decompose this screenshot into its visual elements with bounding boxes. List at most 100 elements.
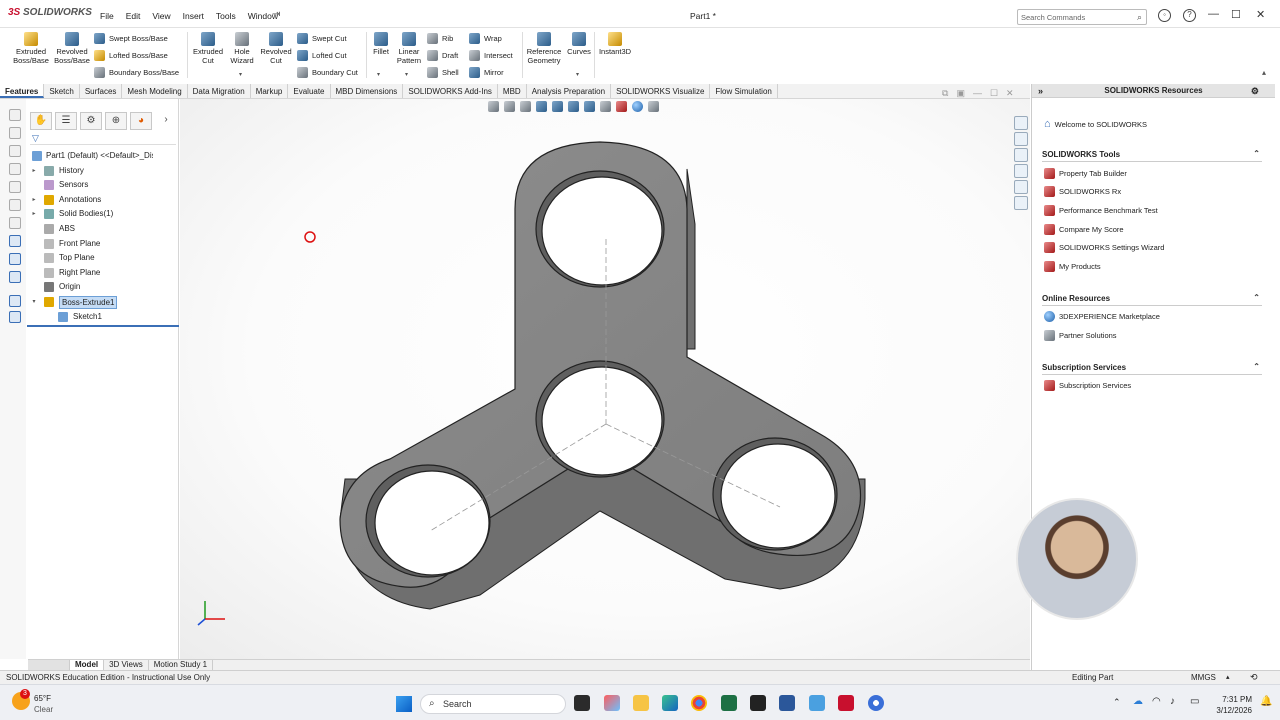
display-manager-tab-icon[interactable]: ◕ [130,112,152,130]
hide-show-icon[interactable] [600,101,611,112]
tab-solidworks-add-ins[interactable]: SOLIDWORKS Add-Ins [403,84,498,98]
boundary-boss-button[interactable]: Boundary Boss/Base [94,67,179,78]
gear-icon[interactable]: ⚙ [1251,84,1259,98]
chevron-up-icon[interactable]: ⌃ [1113,697,1121,708]
pin-icon[interactable]: ⇥ [272,9,280,20]
draft-button[interactable]: Draft [427,50,458,61]
restore-icon[interactable]: ⧉ [942,88,948,99]
property-tab-builder-link[interactable]: Property Tab Builder [1044,168,1127,179]
menu-tools[interactable]: Tools [216,11,236,21]
hole-wizard-button[interactable]: Hole Wizard [227,32,257,65]
dynamic-annotation-icon[interactable] [552,101,563,112]
tab-mbd[interactable]: MBD [498,84,527,98]
maximize-icon[interactable]: ☐ [1231,8,1241,21]
task-view-icon[interactable] [574,695,590,711]
my-products-link[interactable]: My Products [1044,261,1101,272]
help-icon[interactable]: ? [1183,9,1196,22]
chevron-right-icon[interactable]: ▸ [30,193,38,207]
menu-edit[interactable]: Edit [126,11,141,21]
revolved-boss-button[interactable]: Revolved Boss/Base [53,32,91,65]
tab-data-migration[interactable]: Data Migration [188,84,251,98]
rib-button[interactable]: Rib [427,33,453,44]
configuration-manager-tab-icon[interactable]: ⚙ [80,112,102,130]
snipping-tool-icon[interactable] [809,695,825,711]
performance-benchmark-link[interactable]: Performance Benchmark Test [1044,205,1158,216]
notifications-icon[interactable]: 🔔 [1260,696,1272,707]
curves-button[interactable]: Curves [566,32,592,56]
home-icon[interactable] [1014,116,1028,130]
tab-evaluate[interactable]: Evaluate [288,84,331,98]
feature-tree-tab-icon[interactable]: ✋ [30,112,52,130]
tab-3d-views[interactable]: 3D Views [104,660,149,670]
maximize-icon[interactable]: ☐ [990,88,998,99]
zoom-to-fit-icon[interactable] [488,101,499,112]
minimize-icon[interactable]: — [973,88,982,99]
edge-icon[interactable] [662,695,678,711]
filter-icon[interactable]: ▽ [30,133,176,145]
sketch-tool-icon[interactable] [9,109,21,121]
tree-item[interactable]: Sketch1 [0,310,153,324]
tree-item[interactable]: ▸ Solid Bodies(1) [0,207,153,221]
chevron-down-icon[interactable]: ▾ [30,295,38,309]
settings-wizard-link[interactable]: SOLIDWORKS Settings Wizard [1044,242,1164,253]
widgets-icon[interactable] [604,695,620,711]
chevron-down-icon[interactable]: ▾ [405,71,408,78]
edit-appearance-icon[interactable] [616,101,627,112]
tab-mesh-modeling[interactable]: Mesh Modeling [122,84,188,98]
tree-item[interactable]: Front Plane [0,237,153,251]
volume-icon[interactable]: ♪ [1170,696,1175,707]
tree-item[interactable]: Top Plane [0,251,153,265]
mirror-button[interactable]: Mirror [469,67,504,78]
units-selector[interactable]: MMGS [1191,671,1216,684]
tree-item[interactable]: Origin [0,280,153,294]
tree-item[interactable]: ▸ Annotations [0,193,153,207]
file-explorer-icon[interactable] [633,695,649,711]
lofted-boss-button[interactable]: Lofted Boss/Base [94,50,168,61]
reference-geometry-button[interactable]: Reference Geometry [524,32,564,65]
recorder-icon[interactable] [868,695,884,711]
fillet-button[interactable]: Fillet [369,32,393,56]
wifi-icon[interactable]: ◠ [1152,696,1161,707]
display-style-icon[interactable] [584,101,595,112]
windows-start-icon[interactable] [396,696,412,712]
intersect-button[interactable]: Intersect [469,50,513,61]
tools-section-header[interactable]: SOLIDWORKS Tools ⌃ [1042,149,1262,162]
extruded-boss-button[interactable]: Extruded Boss/Base [12,32,50,65]
rollback-bar[interactable] [27,325,179,327]
tree-item[interactable]: ABS [0,222,153,236]
tree-item[interactable]: Sensors [0,178,153,192]
marketplace-link[interactable]: 3DEXPERIENCE Marketplace [1044,311,1160,322]
rebuild-icon[interactable]: ⟲ [1250,671,1258,684]
chevron-right-icon[interactable]: › [155,112,177,130]
tab-flow-simulation[interactable]: Flow Simulation [710,84,778,98]
appearances-icon[interactable] [1014,180,1028,194]
solidworks-logo[interactable]: 3S SOLIDWORKS [8,7,92,18]
section-view-icon[interactable] [536,101,547,112]
solidworks-taskbar-icon[interactable] [838,695,854,711]
instant3d-button[interactable]: Instant3D [597,32,633,56]
minimize-icon[interactable]: — [1208,8,1219,20]
view-palette-icon[interactable] [1014,164,1028,178]
wrap-button[interactable]: Wrap [469,33,502,44]
compare-my-score-link[interactable]: Compare My Score [1044,224,1124,235]
chevron-up-icon[interactable]: ⌃ [1253,149,1260,158]
tab-scroll-arrows[interactable] [28,660,70,670]
tab-features[interactable]: Features [0,84,45,98]
tab-analysis-preparation[interactable]: Analysis Preparation [527,84,612,98]
revolved-cut-button[interactable]: Revolved Cut [258,32,294,65]
chevron-down-icon[interactable]: ▾ [377,71,380,78]
design-library-icon[interactable] [1014,132,1028,146]
sketch-tool-icon[interactable] [9,127,21,139]
previous-view-icon[interactable] [520,101,531,112]
tab-mbd-dimensions[interactable]: MBD Dimensions [331,84,404,98]
swept-cut-button[interactable]: Swept Cut [297,33,347,44]
tile-icon[interactable]: ▣ [956,88,965,99]
close-icon[interactable]: ✕ [1006,88,1014,99]
extruded-cut-button[interactable]: Extruded Cut [190,32,226,65]
welcome-link[interactable]: ⌂ Welcome to SOLIDWORKS [1044,118,1147,130]
tab-solidworks-visualize[interactable]: SOLIDWORKS Visualize [611,84,711,98]
word-icon[interactable] [779,695,795,711]
chevron-right-icon[interactable]: ▸ [30,164,38,178]
tree-item[interactable]: Part1 (Default) <<Default>_Displa [0,149,153,163]
solidworks-rx-link[interactable]: SOLIDWORKS Rx [1044,186,1121,197]
